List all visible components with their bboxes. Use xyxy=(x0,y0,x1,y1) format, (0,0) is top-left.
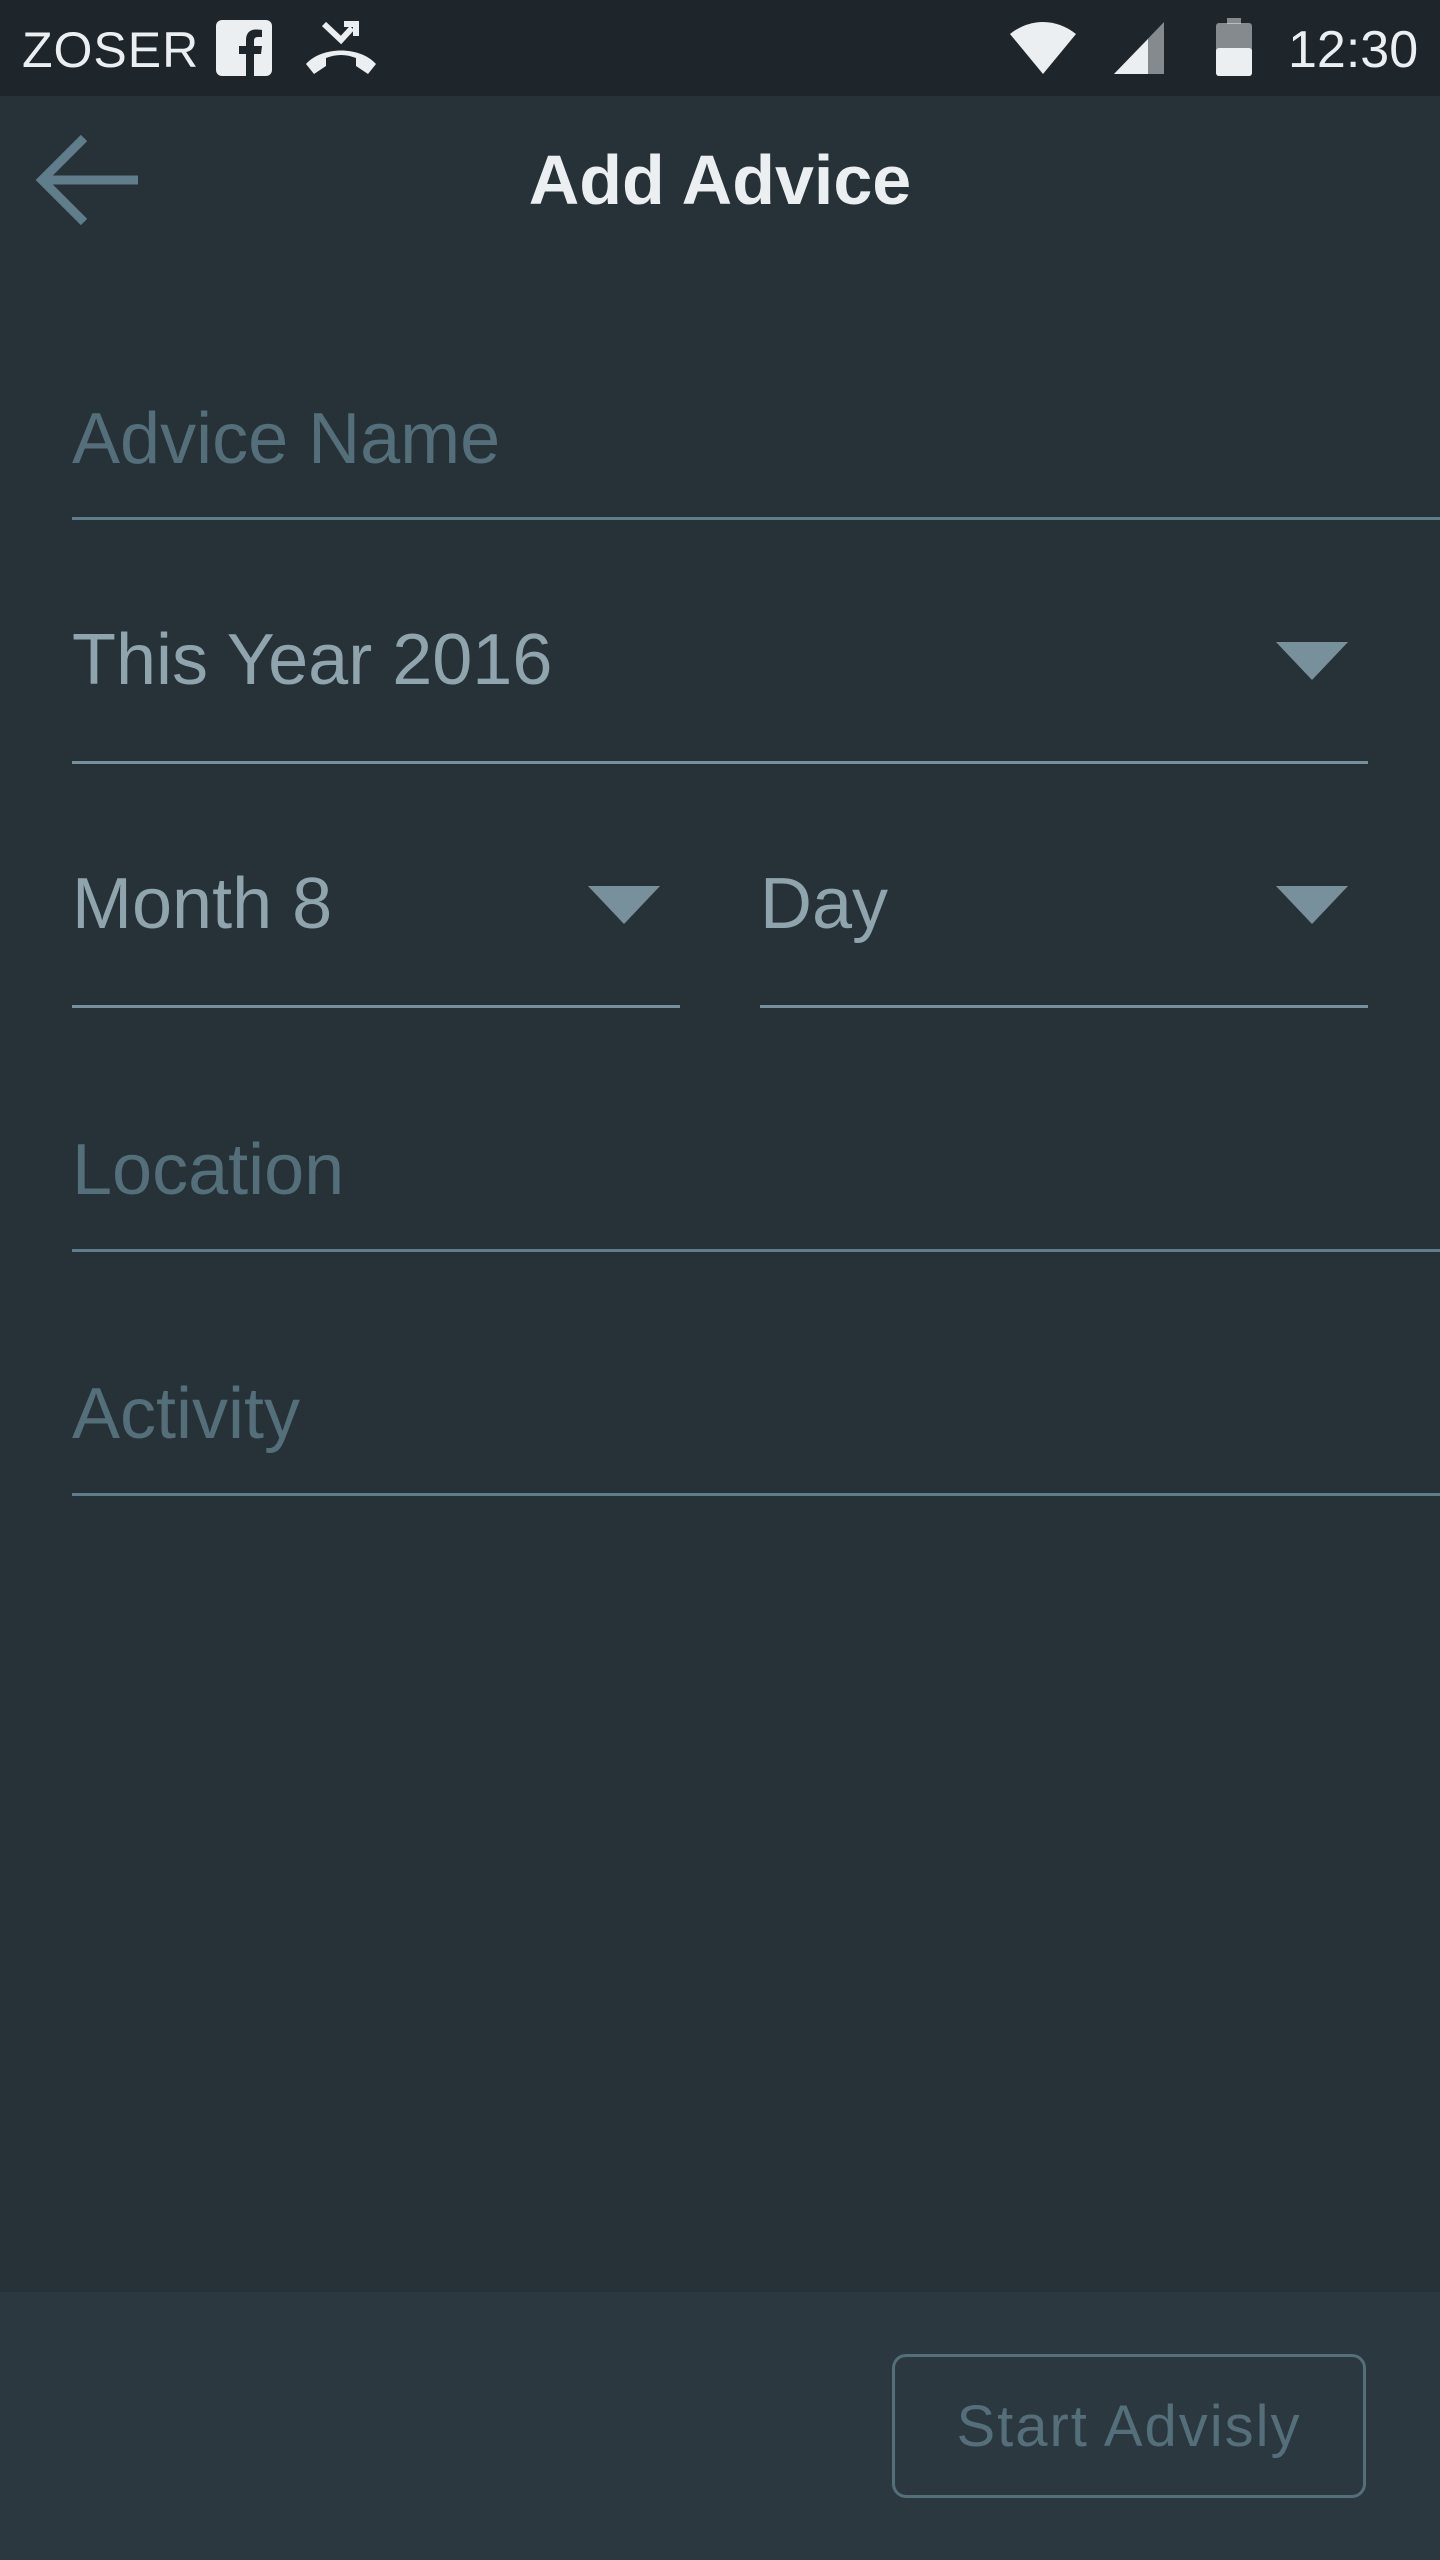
battery-icon xyxy=(1216,18,1252,76)
missed-call-icon xyxy=(306,21,376,74)
year-selected-value: This Year 2016 xyxy=(72,620,553,700)
chevron-down-icon xyxy=(588,886,660,924)
wifi-icon xyxy=(1010,22,1076,74)
activity-input[interactable] xyxy=(72,1304,1440,1493)
facebook-icon xyxy=(216,20,272,76)
bottom-action-bar: Start Advisly xyxy=(0,2292,1440,2560)
clock: 12:30 xyxy=(1288,21,1419,79)
add-advice-screen: ZOSER 12:30 Add Advice Advice Name This … xyxy=(0,0,1440,2560)
chevron-down-icon xyxy=(1276,642,1348,680)
signal-icon xyxy=(1114,22,1164,74)
chevron-down-icon xyxy=(1276,886,1348,924)
start-advisly-button[interactable]: Start Advisly xyxy=(892,2354,1366,2498)
carrier-label: ZOSER xyxy=(22,22,200,78)
location-field[interactable] xyxy=(72,1060,1440,1252)
advice-name-field[interactable] xyxy=(72,330,1440,520)
year-dropdown[interactable]: This Year 2016 xyxy=(72,570,1368,764)
location-input[interactable] xyxy=(72,1060,1440,1249)
day-dropdown[interactable]: Day xyxy=(760,814,1368,1008)
app-bar: Add Advice xyxy=(0,96,1440,266)
month-selected-value: Month 8 xyxy=(72,864,333,944)
status-bar: ZOSER 12:30 xyxy=(0,0,1440,96)
day-selected-value: Day xyxy=(760,864,889,944)
month-dropdown[interactable]: Month 8 xyxy=(72,814,680,1008)
activity-field[interactable] xyxy=(72,1304,1440,1496)
page-title: Add Advice xyxy=(528,141,912,219)
advice-name-input[interactable] xyxy=(72,330,1440,517)
